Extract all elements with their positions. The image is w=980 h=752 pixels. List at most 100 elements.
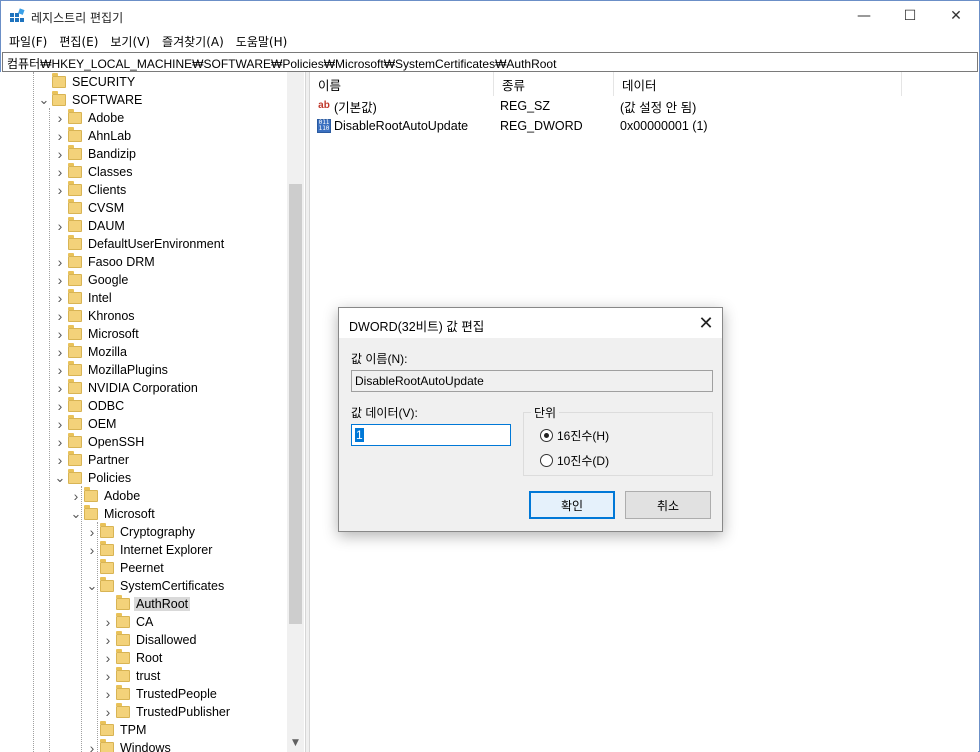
tree-item[interactable]: ⌄ Microsoft	[70, 505, 157, 523]
column-header-type[interactable]: 종류	[494, 72, 614, 96]
radio-unchecked-icon[interactable]	[540, 454, 553, 467]
tree-item[interactable]: › Cryptography	[86, 523, 197, 541]
cancel-button[interactable]: 취소	[625, 491, 711, 519]
tree-scrollbar[interactable]: ▼	[287, 72, 304, 752]
chevron-down-icon[interactable]: ⌄	[38, 91, 50, 109]
tree-item[interactable]: › CA	[102, 613, 155, 631]
tree-item[interactable]: › MozillaPlugins	[54, 361, 170, 379]
folder-icon	[68, 361, 82, 376]
radio-decimal[interactable]: 10진수(D)	[540, 452, 609, 469]
menu-file[interactable]: 파일(F)	[3, 33, 53, 50]
chevron-down-icon[interactable]: ⌄	[54, 469, 66, 487]
chevron-down-icon[interactable]: ⌄	[70, 505, 82, 523]
tree-item[interactable]: › Clients	[54, 181, 128, 199]
title-bar[interactable]: 레지스트리 편집기 — ☐ ✕	[1, 1, 979, 31]
ok-button[interactable]: 확인	[529, 491, 615, 519]
chevron-right-icon[interactable]: ›	[102, 667, 114, 685]
tree-item[interactable]: › Windows	[86, 739, 173, 752]
tree-item[interactable]: › OpenSSH	[54, 433, 146, 451]
tree-item[interactable]: › Internet Explorer	[86, 541, 214, 559]
radio-hexadecimal[interactable]: 16진수(H)	[540, 427, 609, 444]
tree-scroll-thumb[interactable]	[289, 184, 302, 624]
chevron-right-icon[interactable]: ›	[54, 361, 66, 379]
chevron-right-icon[interactable]: ›	[102, 703, 114, 721]
close-button[interactable]: ✕	[933, 1, 979, 31]
tree-item[interactable]: › Mozilla	[54, 343, 129, 361]
tree-item[interactable]: › Adobe	[54, 109, 126, 127]
tree-item[interactable]: › Bandizip	[54, 145, 138, 163]
tree-item[interactable]: › Khronos	[54, 307, 137, 325]
list-item[interactable]: 011 110 DisableRootAutoUpdate REG_DWORD 0…	[310, 116, 902, 136]
minimize-button[interactable]: —	[841, 1, 887, 31]
menu-edit[interactable]: 편집(E)	[53, 33, 104, 50]
column-header-data[interactable]: 데이터	[614, 72, 902, 96]
tree-item[interactable]: › Disallowed	[102, 631, 198, 649]
tree-item[interactable]: › trust	[102, 667, 162, 685]
chevron-right-icon[interactable]: ›	[86, 541, 98, 559]
value-data-input[interactable]: 1	[351, 424, 511, 446]
chevron-right-icon[interactable]: ›	[102, 685, 114, 703]
tree-item[interactable]: › AhnLab	[54, 127, 133, 145]
chevron-right-icon[interactable]: ›	[54, 289, 66, 307]
list-item[interactable]: ab (기본값) REG_SZ (값 설정 안 됨)	[310, 96, 902, 116]
chevron-right-icon[interactable]: ›	[86, 739, 98, 752]
tree-item[interactable]: Peernet	[86, 559, 166, 577]
chevron-right-icon[interactable]: ›	[54, 145, 66, 163]
chevron-right-icon[interactable]: ›	[54, 217, 66, 235]
chevron-right-icon[interactable]: ›	[54, 325, 66, 343]
tree-item[interactable]: TPM	[86, 721, 148, 739]
tree-item[interactable]: › TrustedPeople	[102, 685, 219, 703]
chevron-down-icon[interactable]: ⌄	[86, 577, 98, 595]
column-header-name[interactable]: 이름	[310, 72, 494, 96]
chevron-right-icon[interactable]: ›	[70, 487, 82, 505]
chevron-right-icon[interactable]: ›	[54, 343, 66, 361]
tree-item[interactable]: › TrustedPublisher	[102, 703, 232, 721]
chevron-right-icon[interactable]: ›	[54, 397, 66, 415]
tree-item[interactable]: › Google	[54, 271, 130, 289]
tree-item[interactable]: › Root	[102, 649, 164, 667]
dialog-close-button[interactable]: ✕	[694, 312, 718, 334]
chevron-right-icon[interactable]: ›	[54, 433, 66, 451]
chevron-right-icon[interactable]: ›	[102, 649, 114, 667]
chevron-right-icon[interactable]: ›	[86, 523, 98, 541]
chevron-right-icon[interactable]: ›	[102, 631, 114, 649]
tree-item[interactable]: › Microsoft	[54, 325, 141, 343]
tree-item[interactable]: › Classes	[54, 163, 134, 181]
address-bar[interactable]: 컴퓨터₩HKEY_LOCAL_MACHINE₩SOFTWARE₩Policies…	[2, 52, 978, 72]
chevron-right-icon[interactable]: ›	[54, 307, 66, 325]
dialog-title-bar[interactable]: DWORD(32비트) 값 편집 ✕	[339, 308, 722, 338]
tree-item[interactable]: › NVIDIA Corporation	[54, 379, 200, 397]
chevron-right-icon[interactable]: ›	[54, 271, 66, 289]
tree-item[interactable]: › Intel	[54, 289, 114, 307]
tree-item[interactable]: SECURITY	[38, 73, 137, 91]
tree-item[interactable]: › OEM	[54, 415, 118, 433]
radio-checked-icon[interactable]	[540, 429, 553, 442]
chevron-right-icon[interactable]: ›	[54, 163, 66, 181]
tree-item[interactable]: DefaultUserEnvironment	[54, 235, 226, 253]
chevron-right-icon[interactable]: ›	[54, 451, 66, 469]
tree-item[interactable]: › Fasoo DRM	[54, 253, 157, 271]
tree-item[interactable]: ⌄ SOFTWARE	[38, 91, 144, 109]
maximize-button[interactable]: ☐	[887, 1, 933, 31]
chevron-right-icon[interactable]: ›	[54, 109, 66, 127]
menu-favorites[interactable]: 즐겨찾기(A)	[156, 33, 230, 50]
folder-icon	[68, 145, 82, 160]
chevron-right-icon[interactable]: ›	[54, 127, 66, 145]
scroll-down-icon[interactable]: ▼	[287, 734, 304, 751]
tree-item[interactable]: ⌄ Policies	[54, 469, 133, 487]
tree-item[interactable]: › ODBC	[54, 397, 126, 415]
chevron-right-icon[interactable]: ›	[54, 253, 66, 271]
menu-help[interactable]: 도움말(H)	[230, 33, 294, 50]
tree-item[interactable]: › Adobe	[70, 487, 142, 505]
tree-item[interactable]: AuthRoot	[102, 595, 191, 613]
chevron-right-icon[interactable]: ›	[54, 379, 66, 397]
list-header: 이름 종류 데이터	[310, 72, 902, 96]
tree-item[interactable]: CVSM	[54, 199, 126, 217]
tree-item[interactable]: ⌄ SystemCertificates	[86, 577, 226, 595]
chevron-right-icon[interactable]: ›	[54, 181, 66, 199]
chevron-right-icon[interactable]: ›	[102, 613, 114, 631]
tree-item[interactable]: › Partner	[54, 451, 131, 469]
menu-view[interactable]: 보기(V)	[104, 33, 156, 50]
tree-item[interactable]: › DAUM	[54, 217, 127, 235]
chevron-right-icon[interactable]: ›	[54, 415, 66, 433]
